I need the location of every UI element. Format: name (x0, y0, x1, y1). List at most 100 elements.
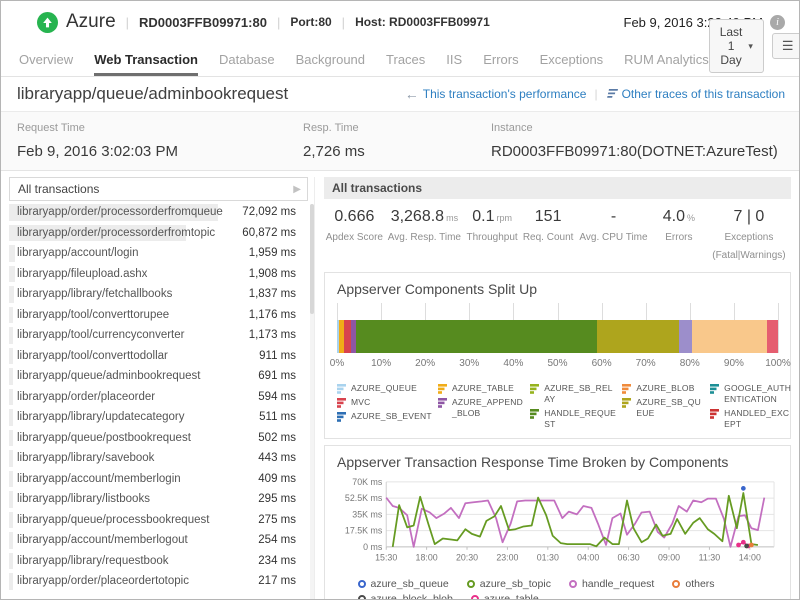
legend-item-google-authentication[interactable]: GOOGLE_AUTHENTICATION (710, 383, 794, 405)
separator: | (277, 15, 280, 30)
legend-item-handled-except[interactable]: HANDLED_EXCEPT (710, 408, 794, 430)
bar-segment-azure-blob[interactable] (692, 320, 767, 353)
series-bars-icon (337, 384, 347, 394)
stacked-bar-axis: 0%10%20%30%40%50%60%70%80%90%100% (337, 358, 778, 371)
legend-item-handle-request[interactable]: HANDLE_REQUEST (530, 408, 618, 430)
legend-item-azure-sb-event[interactable]: AZURE_SB_EVENT (337, 411, 434, 422)
transaction-name: libraryapp/library/savebook (9, 452, 258, 464)
bar-segment-handle-request[interactable] (356, 320, 597, 353)
bar-segment-mvc[interactable] (344, 320, 351, 353)
time-range-button[interactable]: Last 1 Day ▾ (709, 19, 764, 73)
legend-item-azure-sb-topic[interactable]: azure_sb_topic (467, 578, 551, 590)
legend-item-azure-table[interactable]: azure_table (471, 593, 539, 600)
bar-segment-azure-sb-queue[interactable] (597, 320, 679, 353)
transaction-row[interactable]: libraryapp/library/updatecategory511 ms (9, 407, 308, 428)
transaction-row[interactable]: libraryapp/library/fetchallbooks1,837 ms (9, 284, 308, 305)
transaction-time: 234 ms (258, 555, 308, 567)
legend-item-azure-sb-queue[interactable]: azure_sb_queue (358, 578, 449, 590)
transaction-name: libraryapp/library/requestbook (9, 555, 258, 567)
transaction-row[interactable]: libraryapp/order/placeorder594 ms (9, 387, 308, 408)
transaction-row[interactable]: libraryapp/library/requestbook234 ms (9, 551, 308, 572)
transaction-row[interactable]: libraryapp/order/placeordertotopic217 ms (9, 571, 308, 592)
legend-item-azure-sb-queue[interactable]: AZURE_SB_QUEUE (622, 397, 706, 419)
stat-label: Errors (651, 231, 707, 244)
tab-background[interactable]: Background (296, 43, 365, 76)
legend-item-handle-request[interactable]: handle_request (569, 578, 654, 590)
link-label: This transaction's performance (423, 87, 587, 101)
tab-traces[interactable]: Traces (386, 43, 425, 76)
grid-line (778, 303, 779, 353)
tab-database[interactable]: Database (219, 43, 275, 76)
bar-segment-azure-sb-relay[interactable] (679, 320, 692, 353)
legend-item-azure-queue[interactable]: AZURE_QUEUE (337, 383, 434, 394)
tab-errors[interactable]: Errors (483, 43, 518, 76)
transaction-name: libraryapp/queue/processbookrequest (9, 514, 258, 526)
stat-label: Apdex Score (324, 231, 385, 244)
transaction-row[interactable]: libraryapp/tool/currencyconverter1,173 m… (9, 325, 308, 346)
transaction-performance-link[interactable]: ← This transaction's performance (405, 86, 587, 102)
stacked-bar-chart (337, 303, 778, 353)
bar-segment-handled-except[interactable] (767, 320, 778, 353)
transaction-time: 72,092 ms (242, 206, 308, 218)
transaction-name: libraryapp/order/processorderfromqueue (9, 206, 242, 218)
legend-item-mvc[interactable]: MVC (337, 397, 434, 408)
transaction-row[interactable]: libraryapp/fileupload.ashx1,908 ms (9, 264, 308, 285)
other-traces-link[interactable]: Other traces of this transaction (606, 87, 785, 101)
y-tick-label: 70K ms (352, 477, 383, 487)
legend-label: AZURE_BLOB (636, 383, 694, 394)
transaction-time: 217 ms (258, 575, 308, 587)
series-point-azure-block-blob (744, 544, 749, 549)
scrollbar-thumb[interactable] (310, 204, 314, 314)
response-time-svg: 70K ms52.5K ms35K ms17.5K ms0 ms15:3018:… (337, 474, 778, 570)
nav-controls: Last 1 Day ▾ ☰ (709, 19, 800, 76)
summary-label: Resp. Time (303, 122, 491, 134)
brand: Azure | RD0003FFB09971:80 | Port:80 | Ho… (37, 11, 490, 33)
stat-avg-resp-time: 3,268.8msAvg. Resp. Time (385, 208, 464, 262)
legend-item-azure-blob[interactable]: AZURE_BLOB (622, 383, 706, 394)
breadcrumb: libraryapp/queue/adminbookrequest ← This… (1, 77, 799, 111)
legend-label: AZURE_APPEND_BLOB (452, 397, 526, 419)
legend-item-azure-sb-relay[interactable]: AZURE_SB_RELAY (530, 383, 618, 405)
transaction-row[interactable]: libraryapp/account/memberlogout254 ms (9, 530, 308, 551)
transaction-name: libraryapp/order/placeorder (9, 391, 258, 403)
transactions-filter-dropdown[interactable]: All transactions ▶ (9, 177, 308, 201)
tab-rum-analytics[interactable]: RUM Analytics (624, 43, 709, 76)
legend-item-azure-table[interactable]: AZURE_TABLE (438, 383, 526, 394)
transaction-row[interactable]: libraryapp/queue/processbookrequest275 m… (9, 510, 308, 531)
stat-throughput: 0.1rpmThroughput (464, 208, 520, 262)
transaction-row[interactable]: libraryapp/order/processorderfromqueue72… (9, 202, 308, 223)
transaction-row[interactable]: libraryapp/tool/converttodollar911 ms (9, 346, 308, 367)
transaction-row[interactable]: libraryapp/queue/adminbookrequest691 ms (9, 366, 308, 387)
transaction-row[interactable]: libraryapp/account/login1,959 ms (9, 243, 308, 264)
summary-value: Feb 9, 2016 3:02:03 PM (17, 143, 303, 160)
separator: | (126, 15, 129, 30)
transaction-time: 60,872 ms (242, 227, 308, 239)
transaction-row[interactable]: libraryapp/library/savebook443 ms (9, 448, 308, 469)
legend-item-azure-block-blob[interactable]: azure_block_blob (358, 593, 453, 600)
separator: | (342, 15, 345, 30)
transaction-row[interactable]: libraryapp/tool/converttorupee1,176 ms (9, 305, 308, 326)
y-tick-label: 52.5K ms (345, 493, 383, 503)
legend-column: AZURE_QUEUE MVC AZURE_SB_EVENT (337, 383, 434, 430)
transaction-row[interactable]: libraryapp/library/listbooks295 ms (9, 489, 308, 510)
tab-exceptions[interactable]: Exceptions (540, 43, 604, 76)
components-splitup-card: Appserver Components Split Up 0%10%20%30… (324, 272, 791, 439)
tab-overview[interactable]: Overview (19, 43, 73, 76)
x-tick-label: 15:30 (375, 553, 397, 563)
legend-item-others[interactable]: others (672, 578, 714, 590)
series-point-others (749, 543, 754, 548)
series-point-azure-sb-queue (741, 486, 746, 491)
legend-item-azure-append-blob[interactable]: AZURE_APPEND_BLOB (438, 397, 526, 419)
tab-web-transaction[interactable]: Web Transaction (94, 43, 198, 76)
transaction-row[interactable]: libraryapp/order/processorderfromtopic60… (9, 223, 308, 244)
series-marker-icon (358, 580, 366, 588)
main-content: All transactions ▶ libraryapp/order/proc… (1, 171, 799, 600)
stat-label: Exceptions (707, 231, 791, 244)
transaction-time: 691 ms (258, 370, 308, 382)
splitup-legend: AZURE_QUEUE MVC AZURE_SB_EVENT AZURE_TABLE A… (337, 383, 778, 430)
transaction-row[interactable]: libraryapp/queue/postbookrequest502 ms (9, 428, 308, 449)
menu-button[interactable]: ☰ (772, 33, 800, 59)
transaction-row[interactable]: libraryapp/account/memberlogin409 ms (9, 469, 308, 490)
tab-iis[interactable]: IIS (446, 43, 462, 76)
transaction-time: 511 ms (259, 411, 308, 423)
